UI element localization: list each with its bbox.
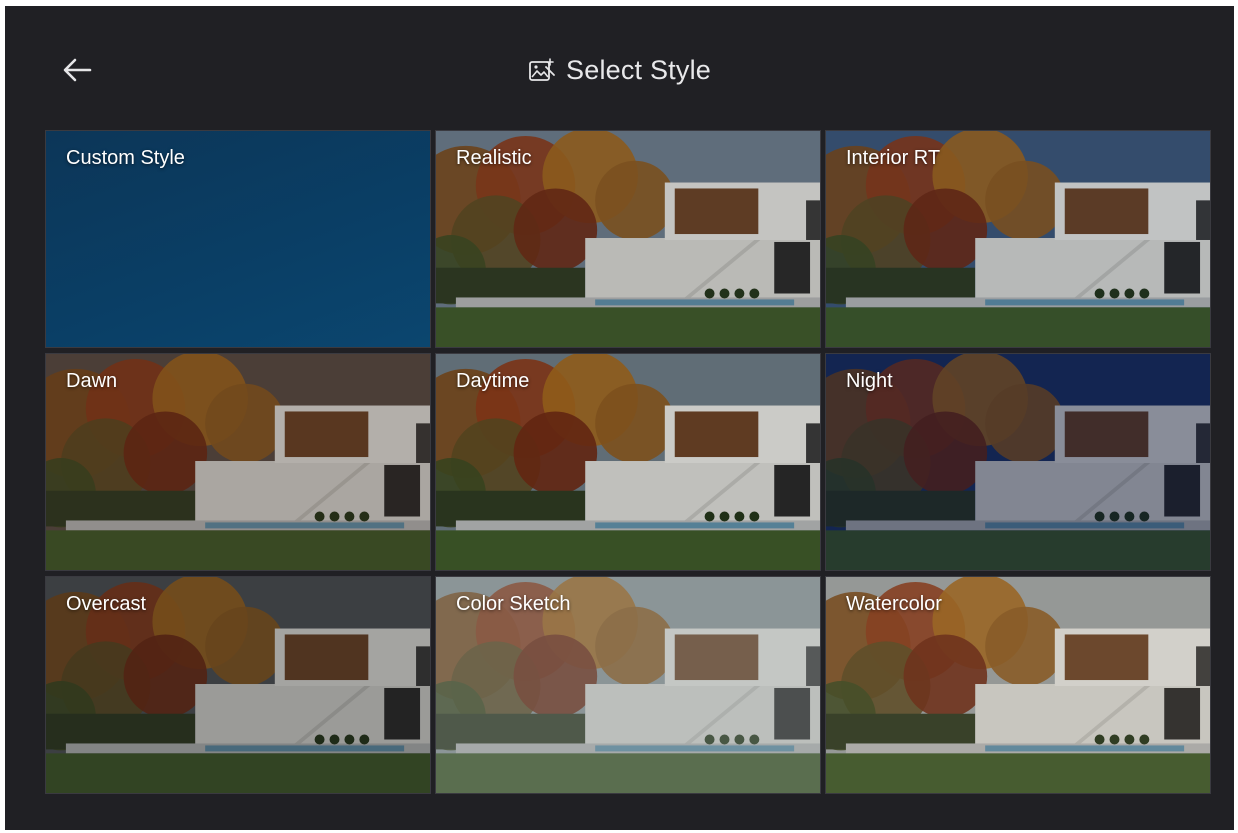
style-tile-daytime[interactable]: Daytime [435, 353, 821, 571]
style-tile-label: Interior RT [846, 147, 941, 169]
style-tile-label: Watercolor [846, 593, 942, 615]
style-tile-label: Overcast [66, 593, 147, 615]
style-tile-night[interactable]: Night [825, 353, 1211, 571]
style-tile-label: Custom Style [66, 147, 185, 169]
style-tile-interior-rt[interactable]: Interior RT [825, 130, 1211, 348]
style-tile-custom-style[interactable]: Custom Style [45, 130, 431, 348]
style-tile-label: Night [846, 370, 893, 392]
style-tile-watercolor[interactable]: Watercolor [825, 576, 1211, 794]
style-tile-color-sketch[interactable]: Color Sketch [435, 576, 821, 794]
style-tile-realistic[interactable]: Realistic [435, 130, 821, 348]
style-tile-label: Color Sketch [456, 593, 571, 615]
header-bar: Select Style [5, 6, 1234, 130]
style-tile-dawn[interactable]: Dawn [45, 353, 431, 571]
style-tile-label: Dawn [66, 370, 118, 392]
style-tile-label: Realistic [456, 147, 532, 169]
style-picker-panel: Select Style Custom Style Realistic Inte… [5, 6, 1234, 830]
image-sparkle-icon [528, 56, 556, 84]
page-title: Select Style [566, 54, 711, 85]
page-title-group: Select Style [5, 50, 1234, 90]
style-tile-overcast[interactable]: Overcast [45, 576, 431, 794]
style-tile-label: Daytime [456, 370, 530, 392]
style-grid: Custom Style Realistic Interior RT Dawn … [45, 130, 1212, 795]
